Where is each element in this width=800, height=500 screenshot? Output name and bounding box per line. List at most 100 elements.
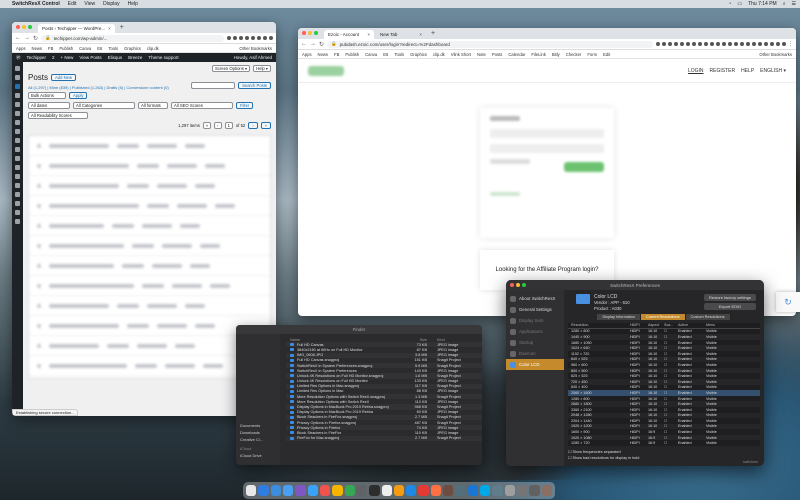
sx-item-applications[interactable]: Applications: [506, 326, 564, 337]
bookmark[interactable]: Note: [477, 52, 486, 57]
cell-active[interactable]: Enabled: [678, 357, 706, 361]
close-window-icon[interactable]: [510, 283, 514, 287]
table-row[interactable]: [29, 216, 270, 236]
sidebar-downloads[interactable]: Downloads: [236, 429, 280, 436]
bookmark[interactable]: E6: [383, 52, 388, 57]
cell-menu[interactable]: Visible: [706, 329, 728, 333]
last-page-button[interactable]: »: [260, 122, 271, 129]
cell-active[interactable]: Enabled: [678, 380, 706, 384]
scale-checkbox[interactable]: ☐: [664, 391, 678, 395]
column-name[interactable]: Name: [290, 338, 405, 342]
adminbar-disqus[interactable]: Elisqus: [108, 55, 123, 60]
dock-app-icon[interactable]: [332, 485, 343, 496]
forward-icon[interactable]: →: [24, 35, 30, 41]
extension-icon[interactable]: [716, 42, 720, 46]
dock-app-icon[interactable]: [418, 485, 429, 496]
jetpack-icon[interactable]: [15, 75, 20, 80]
file-row[interactable]: Limited Res Options in Mac.snagproj 117 K…: [286, 383, 482, 389]
dock-app-icon[interactable]: [430, 485, 442, 496]
table-row[interactable]: [29, 156, 270, 176]
dock-app-icon[interactable]: [406, 485, 417, 496]
extension-icon[interactable]: [239, 36, 243, 40]
zoom-window-icon[interactable]: [522, 283, 526, 287]
extension-icon[interactable]: [764, 42, 768, 46]
bookmark[interactable]: Apps: [302, 52, 312, 57]
screen-options-button[interactable]: Screen Options ▾: [211, 65, 251, 72]
posts-icon[interactable]: [15, 84, 20, 89]
extension-icon[interactable]: [668, 42, 672, 46]
cell-active[interactable]: Enabled: [678, 391, 706, 395]
recaptcha-badge[interactable]: ↻: [776, 292, 800, 312]
nav-help[interactable]: HELP: [741, 68, 754, 74]
file-row[interactable]: Block Strackers in FireFox.snagproj 2.7 M…: [286, 414, 482, 420]
sx-item-daemon[interactable]: Daemon: [506, 348, 564, 359]
cell-menu[interactable]: Visible: [706, 352, 728, 356]
table-row[interactable]: [29, 256, 270, 276]
cell-active[interactable]: Enabled: [678, 341, 706, 345]
cell-menu[interactable]: Visible: [706, 357, 728, 361]
cell-menu[interactable]: Visible: [706, 402, 728, 406]
bookmark[interactable]: Checker: [566, 52, 582, 57]
cell-menu[interactable]: Visible: [706, 391, 728, 395]
menu-app-name[interactable]: SwitchResX Control: [12, 1, 60, 7]
bookmark[interactable]: Apps: [16, 46, 26, 51]
file-row[interactable]: Limited Res Options in Mac 86 KB JPEG imag…: [286, 389, 482, 394]
table-row[interactable]: [29, 356, 270, 376]
bookmark[interactable]: clip.dk: [147, 46, 159, 51]
extension-icon[interactable]: [692, 42, 696, 46]
prev-page-button[interactable]: ‹: [214, 122, 222, 129]
email-field[interactable]: [490, 129, 604, 138]
collapse-icon[interactable]: [15, 219, 20, 224]
col-active[interactable]: Active: [678, 323, 706, 327]
minimize-window-icon[interactable]: [22, 25, 26, 29]
bookmark[interactable]: FileLink: [531, 52, 545, 57]
dock-app-icon[interactable]: [246, 485, 257, 496]
cell-menu[interactable]: Visible: [706, 419, 728, 423]
file-row[interactable]: SwitchResX in System Preferences.snagpro…: [286, 362, 482, 369]
seo-icon[interactable]: [15, 165, 20, 170]
extension-icon[interactable]: [674, 42, 678, 46]
extension-icon[interactable]: [263, 36, 267, 40]
first-page-button[interactable]: «: [202, 122, 212, 129]
extension-icon[interactable]: [251, 36, 255, 40]
search-posts-button[interactable]: Search Posts: [238, 82, 271, 89]
adminbar-view-posts[interactable]: View Posts: [79, 55, 101, 60]
sx-item-color-lcd[interactable]: Color LCD: [506, 359, 564, 370]
file-row[interactable]: Unlock 4K Resolutions on Full HD Monitor…: [286, 373, 482, 379]
dock-app-icon[interactable]: [307, 485, 318, 496]
cell-menu[interactable]: Visible: [706, 413, 728, 417]
cell-menu[interactable]: Visible: [706, 436, 728, 440]
scale-checkbox[interactable]: ☐: [664, 357, 678, 361]
wp-logo-icon[interactable]: Ⓦ: [16, 55, 21, 61]
bookmark[interactable]: Publish: [345, 52, 359, 57]
bookmark[interactable]: Form: [587, 52, 597, 57]
table-row[interactable]: [29, 296, 270, 316]
new-tab-button[interactable]: +: [428, 30, 438, 37]
adminbar-breeze[interactable]: Breeze: [128, 55, 142, 60]
extension-icon[interactable]: [782, 42, 786, 46]
pages-icon[interactable]: [15, 102, 20, 107]
bookmark[interactable]: FB: [334, 52, 339, 57]
nav-register[interactable]: REGISTER: [710, 68, 736, 74]
bookmark[interactable]: Posts: [492, 52, 502, 57]
cell-active[interactable]: Enabled: [678, 424, 706, 428]
forward-icon[interactable]: →: [310, 41, 316, 47]
cell-menu[interactable]: Visible: [706, 380, 728, 384]
extension-icon[interactable]: [758, 42, 762, 46]
close-tab-icon[interactable]: ×: [108, 26, 111, 31]
adminbar-howdy[interactable]: Howdy, Asif Ahmed: [234, 55, 272, 60]
cell-active[interactable]: Enabled: [678, 430, 706, 434]
adminbar-theme-support[interactable]: Theme support: [148, 55, 178, 60]
scale-checkbox[interactable]: ☐: [664, 441, 678, 445]
more-icon[interactable]: ⋮: [788, 41, 793, 47]
wifi-icon[interactable]: ◔: [728, 1, 731, 7]
cell-active[interactable]: Enabled: [678, 413, 706, 417]
scale-checkbox[interactable]: ☐: [664, 397, 678, 401]
appearance-icon[interactable]: [15, 120, 20, 125]
close-tab-icon[interactable]: ×: [367, 32, 370, 37]
dock-app-icon[interactable]: [541, 485, 552, 496]
cell-active[interactable]: Enabled: [678, 397, 706, 401]
nav-login[interactable]: LOGIN: [688, 68, 704, 74]
bulk-actions-select[interactable]: Bulk Actions: [28, 92, 66, 99]
cell-active[interactable]: Enabled: [678, 329, 706, 333]
